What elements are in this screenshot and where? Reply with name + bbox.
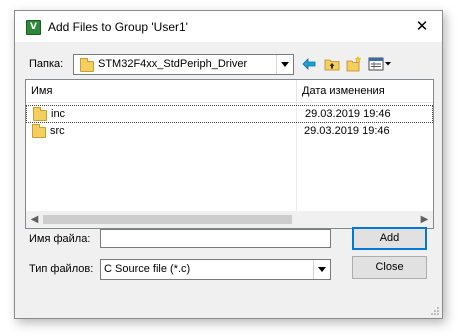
view-menu-icon[interactable] bbox=[368, 56, 392, 72]
lookin-value: STM32F4xx_StdPeriph_Driver bbox=[98, 58, 248, 70]
list-item-inc[interactable]: inc 29.03.2019 19:46 bbox=[26, 105, 433, 123]
app-icon: V bbox=[26, 20, 41, 35]
file-list[interactable]: ˄ Имя Дата изменения inc 29.03.2019 19:4… bbox=[25, 79, 434, 229]
dialog-title: Add Files to Group 'User1' bbox=[48, 20, 188, 34]
list-item-src[interactable]: src 29.03.2019 19:46 bbox=[26, 123, 433, 141]
close-button[interactable]: Close bbox=[352, 256, 427, 279]
horizontal-scrollbar[interactable]: ◀ ▶ bbox=[26, 211, 433, 228]
filetype-label: Тип файлов: bbox=[29, 263, 94, 275]
title-bar[interactable]: V Add Files to Group 'User1' ✕ bbox=[15, 11, 442, 42]
lookin-label: Папка: bbox=[29, 58, 64, 70]
scroll-left-icon[interactable]: ◀ bbox=[27, 212, 42, 227]
file-date: 29.03.2019 19:46 bbox=[305, 108, 391, 120]
scroll-right-icon[interactable]: ▶ bbox=[417, 212, 432, 227]
file-name: inc bbox=[51, 108, 66, 120]
add-button[interactable]: Add bbox=[352, 227, 427, 250]
up-folder-icon[interactable] bbox=[324, 56, 340, 72]
close-window-button[interactable]: ✕ bbox=[402, 11, 442, 42]
scrollbar-thumb[interactable] bbox=[43, 215, 292, 224]
lookin-dropdown-arrow[interactable] bbox=[276, 55, 293, 74]
add-files-dialog: V Add Files to Group 'User1' ✕ Папка: ST… bbox=[14, 10, 443, 319]
filetype-dropdown-arrow[interactable] bbox=[313, 260, 330, 279]
lookin-dropdown[interactable]: STM32F4xx_StdPeriph_Driver bbox=[73, 54, 294, 75]
folder-icon bbox=[32, 124, 46, 138]
folder-icon bbox=[33, 107, 47, 121]
filename-input[interactable] bbox=[100, 229, 331, 248]
filetype-dropdown[interactable]: C Source file (*.c) bbox=[100, 259, 331, 280]
column-header-date[interactable]: Дата изменения bbox=[297, 80, 433, 103]
back-arrow-icon[interactable] bbox=[301, 56, 317, 72]
file-date: 29.03.2019 19:46 bbox=[304, 125, 390, 137]
new-folder-icon[interactable] bbox=[346, 56, 362, 72]
file-name: src bbox=[50, 125, 65, 137]
folder-icon bbox=[80, 58, 94, 72]
column-header-name[interactable]: Имя bbox=[26, 80, 297, 103]
filename-label: Имя файла: bbox=[29, 233, 91, 245]
resize-grip-icon[interactable] bbox=[430, 306, 440, 316]
filetype-value: C Source file (*.c) bbox=[104, 263, 191, 275]
